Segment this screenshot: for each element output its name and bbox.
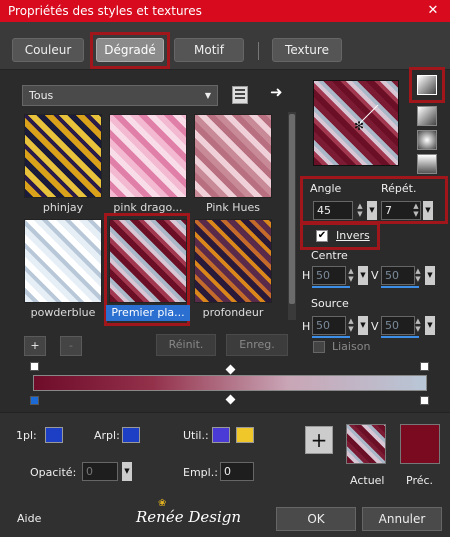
source-label: Source (311, 297, 349, 310)
tab-texture[interactable]: Texture (272, 38, 342, 62)
tab-couleur[interactable]: Couleur (12, 38, 84, 62)
center-v-label: V (371, 269, 379, 282)
location-input[interactable]: 0 (220, 462, 254, 481)
previous-swatch[interactable] (400, 424, 440, 464)
thumb-label: profondeur (202, 306, 264, 319)
foreground-swatch-icon[interactable] (45, 427, 63, 443)
repeat-stepper[interactable]: ▲ ▼ (410, 202, 422, 219)
thumb-label: Pink Hues (205, 201, 261, 214)
angle-dropdown[interactable]: ▼ (367, 201, 377, 220)
source-v-input[interactable]: 50 (381, 316, 415, 335)
center-h-slider[interactable] (312, 286, 350, 288)
tab-degrade[interactable]: Dégradé (96, 38, 164, 62)
link-label: Liaison (332, 340, 371, 353)
center-v-stepper[interactable]: ▲ ▼ (412, 267, 424, 284)
background-swatch-icon[interactable] (122, 427, 140, 443)
source-h-label: H (302, 320, 311, 333)
library-options-icon[interactable] (232, 86, 248, 104)
invert-label: Invers (336, 229, 370, 242)
source-v-stepper[interactable]: ▲ ▼ (412, 317, 424, 334)
link-checkbox[interactable] (313, 341, 325, 353)
first-plan-label: 1pl: (16, 429, 37, 442)
center-h-label: H (302, 269, 311, 282)
source-h-slider[interactable] (312, 336, 350, 338)
butterfly-icon: ❀ (158, 498, 167, 509)
add-gradient-button[interactable]: + (24, 336, 46, 356)
center-h-input[interactable]: 50 (312, 266, 346, 285)
current-swatch (346, 424, 386, 464)
add-to-swatches-button[interactable]: + (305, 426, 333, 454)
opacity-dropdown[interactable]: ▼ (122, 462, 132, 481)
center-v-dropdown[interactable]: ▼ (425, 266, 435, 285)
center-h-stepper[interactable]: ▲ ▼ (345, 267, 357, 284)
chevron-down-icon: ▼ (204, 91, 211, 100)
linear-style-button[interactable] (417, 75, 437, 95)
user-color-label: Util.: (183, 429, 209, 442)
stop-marker-left-top[interactable] (30, 362, 39, 371)
stop-marker-right-top[interactable] (420, 362, 429, 371)
cancel-button[interactable]: Annuler (362, 507, 442, 531)
angle-input[interactable]: 45 (313, 201, 353, 220)
color-stop-left[interactable] (30, 396, 39, 405)
center-v-input[interactable]: 50 (381, 266, 415, 285)
location-label: Empl.: (183, 466, 218, 479)
reset-button[interactable]: Réinit. (156, 334, 216, 356)
arrow-right-icon[interactable]: ➜ (270, 83, 283, 101)
gradient-thumb-phinjay[interactable] (24, 114, 102, 198)
repeat-label: Répét. (381, 182, 417, 195)
invert-checkbox[interactable]: ✔ (316, 230, 328, 242)
opacity-label: Opacité: (30, 466, 77, 479)
source-v-dropdown[interactable]: ▼ (425, 316, 435, 335)
user-color-a[interactable] (212, 427, 230, 443)
current-label: Actuel (350, 474, 385, 487)
sunburst-style-button[interactable] (417, 154, 437, 174)
gradient-thumb-powderblue[interactable] (24, 219, 102, 303)
color-stop-right[interactable] (420, 396, 429, 405)
radial-style-button[interactable] (417, 130, 437, 150)
source-v-slider[interactable] (381, 336, 419, 338)
svg-text:✻: ✻ (354, 119, 364, 133)
gradient-editor-bar[interactable] (33, 375, 427, 391)
source-h-stepper[interactable]: ▲ ▼ (345, 317, 357, 334)
save-button[interactable]: Enreg. (226, 334, 288, 356)
source-h-dropdown[interactable]: ▼ (358, 316, 368, 335)
source-h-input[interactable]: 50 (312, 316, 346, 335)
thumb-label: powderblue (30, 306, 96, 319)
angle-stepper[interactable]: ▲ ▼ (354, 202, 366, 219)
tab-separator (258, 42, 259, 60)
opacity-input[interactable]: 0 (82, 462, 118, 481)
thumb-label-selected: Premier pla... (106, 305, 190, 321)
gradient-thumb-premier-plan[interactable] (109, 219, 187, 303)
help-link[interactable]: Aide (17, 512, 41, 525)
category-select-value: Tous (29, 89, 54, 102)
remove-gradient-button[interactable]: - (60, 336, 82, 356)
center-h-dropdown[interactable]: ▼ (358, 266, 368, 285)
source-v-label: V (371, 320, 379, 333)
brand-watermark: Renée Design (136, 508, 242, 526)
user-color-b[interactable] (236, 427, 254, 443)
rectangular-style-button[interactable] (417, 106, 437, 126)
background-plan-label: Arpl: (94, 429, 120, 442)
center-v-slider[interactable] (381, 286, 419, 288)
midpoint-diamond-top[interactable] (225, 364, 236, 375)
midpoint-diamond-bottom[interactable] (225, 394, 236, 405)
center-label: Centre (311, 249, 348, 262)
ok-button[interactable]: OK (276, 507, 356, 531)
thumb-label: phinjay (42, 201, 84, 214)
gradient-preview[interactable]: ✻ (313, 80, 399, 166)
close-icon[interactable]: ✕ (424, 0, 442, 22)
angle-label: Angle (310, 182, 342, 195)
library-scrollbar[interactable] (288, 112, 296, 320)
gradient-thumb-profondeur[interactable] (194, 219, 272, 303)
gradient-thumb-pink-dragon[interactable] (109, 114, 187, 198)
tab-motif[interactable]: Motif (174, 38, 244, 62)
window-title: Propriétés des styles et textures (0, 0, 450, 22)
repeat-dropdown[interactable]: ▼ (423, 201, 433, 220)
category-select[interactable]: Tous ▼ (22, 85, 218, 106)
gradient-thumb-pink-hues[interactable] (194, 114, 272, 198)
previous-label: Préc. (406, 474, 434, 487)
